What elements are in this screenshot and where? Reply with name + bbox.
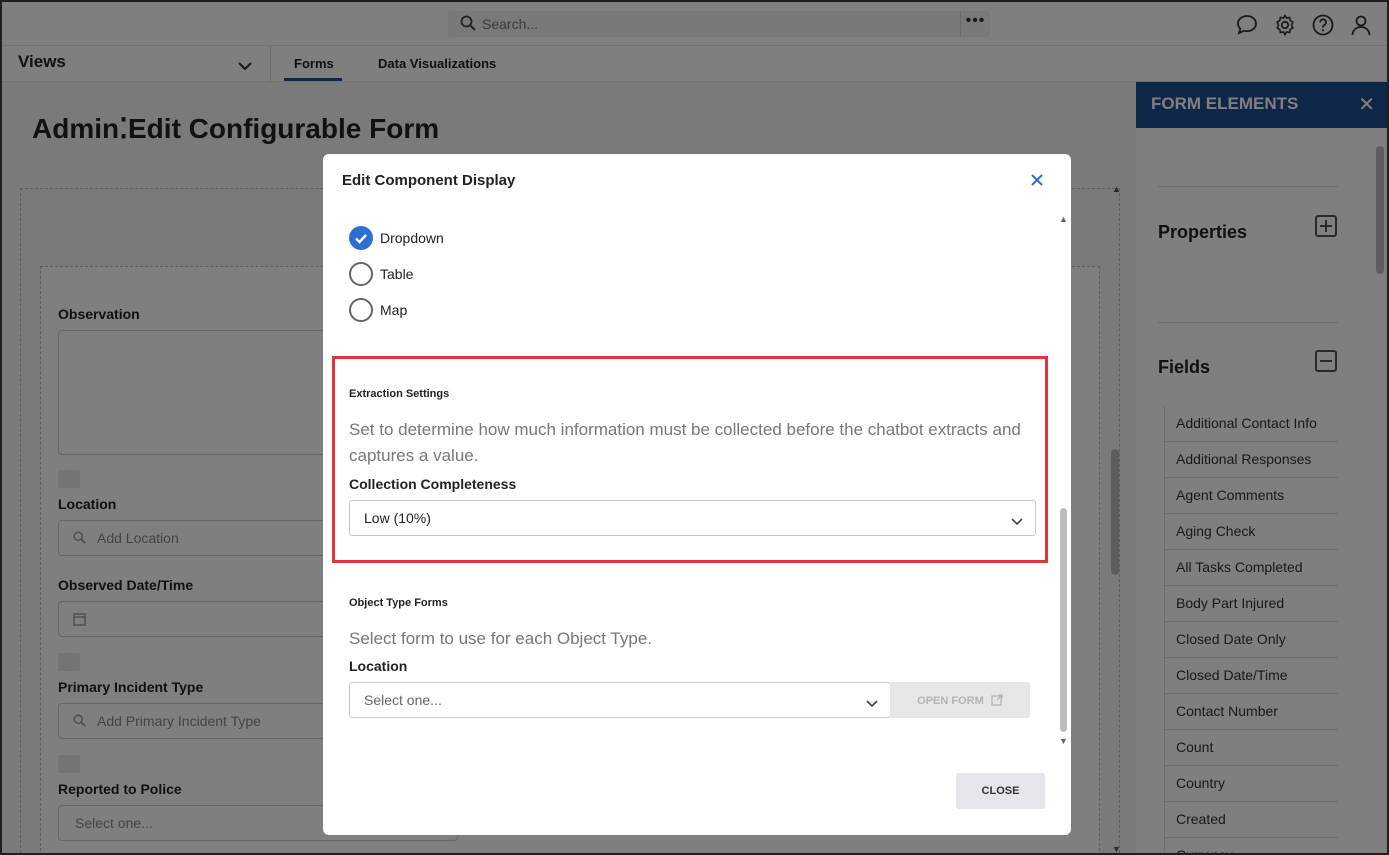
object-type-location-label: Location xyxy=(349,658,408,674)
radio-checked-icon[interactable] xyxy=(349,226,373,250)
open-form-button[interactable]: OPEN FORM xyxy=(890,682,1030,718)
scroll-up-arrow-icon[interactable]: ▲ xyxy=(1059,214,1068,224)
display-option-label: Map xyxy=(380,302,408,318)
display-option-label: Dropdown xyxy=(380,230,444,246)
object-type-location-select[interactable]: Select one... xyxy=(349,682,891,718)
scroll-down-arrow-icon[interactable]: ▼ xyxy=(1059,736,1068,746)
collection-completeness-select[interactable]: Low (10%) xyxy=(349,500,1036,536)
close-button[interactable]: CLOSE xyxy=(956,773,1045,809)
external-link-icon xyxy=(991,694,1003,709)
object-type-forms-title: Object Type Forms xyxy=(349,597,448,609)
display-option-label: Table xyxy=(380,266,414,282)
radio-unchecked-icon[interactable] xyxy=(349,262,373,286)
extraction-settings-title: Extraction Settings xyxy=(349,388,450,400)
collection-completeness-label: Collection Completeness xyxy=(349,476,517,492)
extraction-settings-description: Set to determine how much information mu… xyxy=(349,420,1021,465)
collection-completeness-value: Low (10%) xyxy=(364,510,431,526)
chevron-down-icon xyxy=(866,695,878,711)
radio-unchecked-icon[interactable] xyxy=(349,298,373,322)
chevron-down-icon xyxy=(1011,513,1023,529)
object-type-location-placeholder: Select one... xyxy=(364,692,442,708)
dialog-scrollbar-thumb[interactable] xyxy=(1060,508,1067,732)
dialog-title: Edit Component Display xyxy=(342,172,516,189)
open-form-label: OPEN FORM xyxy=(917,695,984,707)
object-type-forms-description: Select form to use for each Object Type. xyxy=(349,629,653,648)
edit-component-display-dialog: Edit Component Display Dropdown Table Ma… xyxy=(323,154,1071,835)
app-window: Search... ••• Views Forms Data Visuali xyxy=(0,0,1389,855)
close-icon[interactable] xyxy=(1029,172,1045,193)
